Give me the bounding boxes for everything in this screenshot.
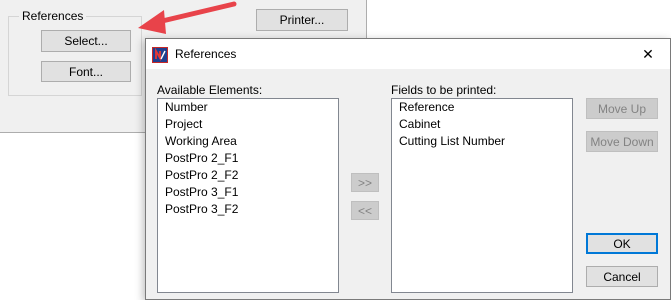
move-down-button[interactable]: Move Down — [586, 131, 658, 152]
list-item[interactable]: Cutting List Number — [392, 133, 572, 150]
list-item[interactable]: PostPro 2_F1 — [158, 150, 338, 167]
app-logo-icon — [152, 47, 168, 63]
list-item[interactable]: PostPro 3_F2 — [158, 201, 338, 218]
references-dialog: References ✕ Available Elements: Number P… — [145, 38, 671, 300]
references-groupbox: References — [8, 9, 142, 96]
list-item[interactable]: PostPro 2_F2 — [158, 167, 338, 184]
move-up-button[interactable]: Move Up — [586, 98, 658, 119]
available-elements-list[interactable]: Number Project Working Area PostPro 2_F1 Pos… — [157, 98, 339, 293]
select-button[interactable]: Select... — [41, 30, 131, 52]
available-elements-label: Available Elements: — [157, 83, 263, 97]
remove-field-button[interactable]: << — [351, 201, 379, 220]
list-item[interactable]: PostPro 3_F1 — [158, 184, 338, 201]
list-item[interactable]: Number — [158, 99, 338, 116]
list-item[interactable]: Working Area — [158, 133, 338, 150]
printer-button[interactable]: Printer... — [256, 9, 348, 31]
fields-to-print-list[interactable]: Reference Cabinet Cutting List Number — [391, 98, 573, 293]
groupbox-title: References — [19, 9, 87, 23]
add-field-button[interactable]: >> — [351, 173, 379, 192]
close-button[interactable]: ✕ — [626, 39, 670, 69]
dialog-title: References — [175, 47, 237, 61]
fields-to-print-label: Fields to be printed: — [391, 83, 497, 97]
list-item[interactable]: Reference — [392, 99, 572, 116]
font-button[interactable]: Font... — [41, 61, 131, 82]
dialog-titlebar: References ✕ — [146, 39, 670, 69]
close-icon: ✕ — [642, 45, 654, 62]
cancel-button[interactable]: Cancel — [586, 266, 658, 287]
list-item[interactable]: Cabinet — [392, 116, 572, 133]
ok-button[interactable]: OK — [586, 233, 658, 254]
list-item[interactable]: Project — [158, 116, 338, 133]
